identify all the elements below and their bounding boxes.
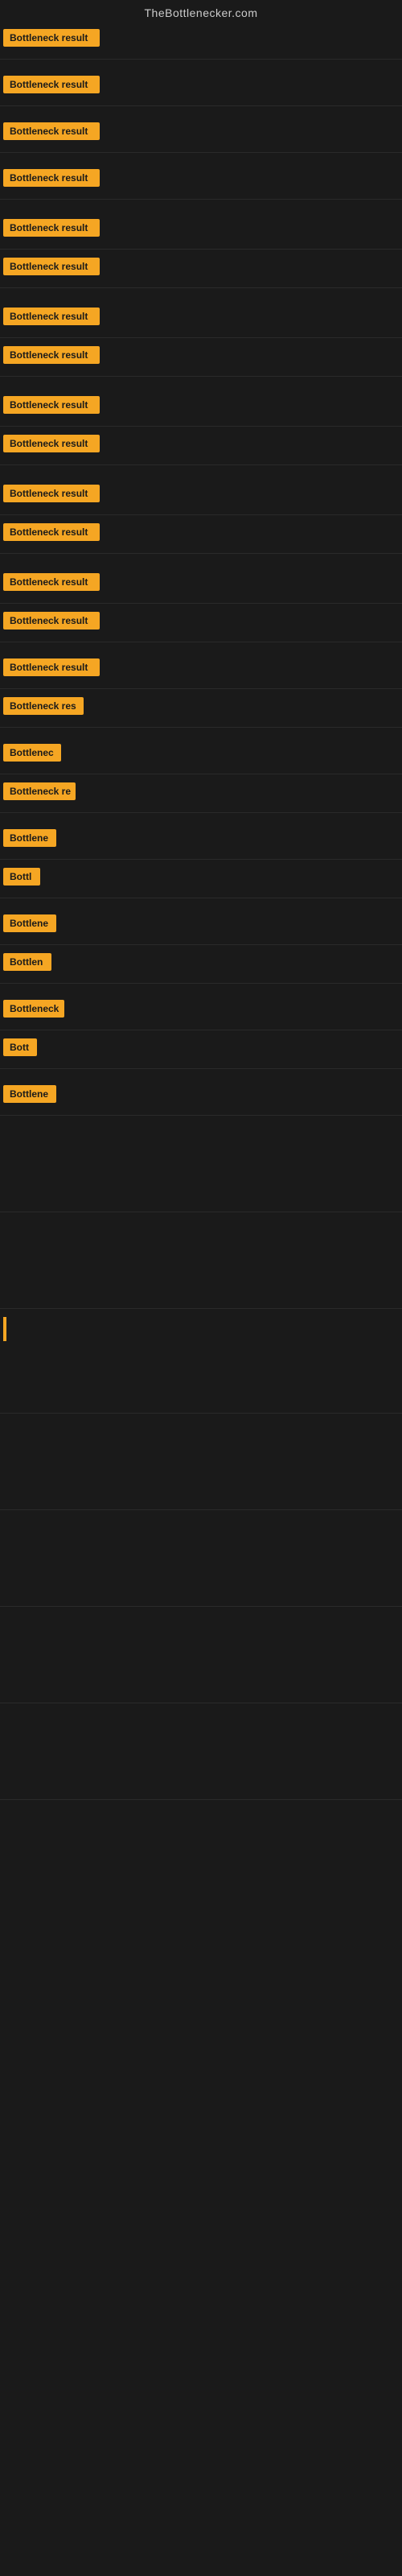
bottleneck-section-21: Bottlene [0, 898, 402, 945]
bottleneck-badge-7[interactable]: Bottleneck result [3, 308, 100, 325]
bottleneck-badge-2[interactable]: Bottleneck result [3, 76, 100, 93]
bottleneck-section-24: Bott [0, 1030, 402, 1069]
bottleneck-badge-9[interactable]: Bottleneck result [3, 396, 100, 414]
bottleneck-badge-16[interactable]: Bottleneck res [3, 697, 84, 715]
bottleneck-badge-12[interactable]: Bottleneck result [3, 523, 100, 541]
empty-section-7 [0, 1703, 402, 1800]
bottleneck-section-23: Bottleneck [0, 984, 402, 1030]
bottleneck-section-3: Bottleneck result [0, 106, 402, 153]
empty-section-5 [0, 1510, 402, 1607]
bottleneck-section-8: Bottleneck result [0, 338, 402, 377]
bottleneck-section-6: Bottleneck result [0, 250, 402, 288]
bottleneck-badge-8[interactable]: Bottleneck result [3, 346, 100, 364]
bottleneck-badge-22[interactable]: Bottlen [3, 953, 51, 971]
bottleneck-badge-18[interactable]: Bottleneck re [3, 782, 76, 800]
bottleneck-badge-17[interactable]: Bottlenec [3, 744, 61, 762]
tiny-indicator [3, 1317, 6, 1341]
bottleneck-badge-4[interactable]: Bottleneck result [3, 169, 100, 187]
bottleneck-section-17: Bottlenec [0, 728, 402, 774]
bottleneck-badge-25[interactable]: Bottlene [3, 1085, 56, 1103]
bottleneck-section-15: Bottleneck result [0, 642, 402, 689]
bottleneck-section-12: Bottleneck result [0, 515, 402, 554]
bottleneck-badge-14[interactable]: Bottleneck result [3, 612, 100, 630]
empty-section-3 [0, 1317, 402, 1414]
bottleneck-badge-19[interactable]: Bottlene [3, 829, 56, 847]
bottleneck-section-7: Bottleneck result [0, 288, 402, 338]
bottleneck-section-13: Bottleneck result [0, 554, 402, 604]
bottleneck-section-20: Bottl [0, 860, 402, 898]
empty-section-2 [0, 1212, 402, 1309]
bottleneck-badge-3[interactable]: Bottleneck result [3, 122, 100, 140]
bottleneck-section-25: Bottlene [0, 1069, 402, 1116]
bottleneck-section-14: Bottleneck result [0, 604, 402, 642]
bottleneck-badge-20[interactable]: Bottl [3, 868, 40, 886]
bottleneck-section-22: Bottlen [0, 945, 402, 984]
bottleneck-section-9: Bottleneck result [0, 377, 402, 427]
bottleneck-badge-15[interactable]: Bottleneck result [3, 658, 100, 676]
empty-section-1 [0, 1116, 402, 1212]
bottleneck-badge-1[interactable]: Bottleneck result [3, 29, 100, 47]
bottleneck-badge-23[interactable]: Bottleneck [3, 1000, 64, 1018]
bottleneck-section-16: Bottleneck res [0, 689, 402, 728]
bottleneck-badge-21[interactable]: Bottlene [3, 914, 56, 932]
bottleneck-badge-24[interactable]: Bott [3, 1038, 37, 1056]
site-header: TheBottlenecker.com [0, 0, 402, 23]
bottleneck-section-4: Bottleneck result [0, 153, 402, 200]
bottleneck-section-19: Bottlene [0, 813, 402, 860]
bottleneck-badge-13[interactable]: Bottleneck result [3, 573, 100, 591]
bottleneck-badge-10[interactable]: Bottleneck result [3, 435, 100, 452]
bottleneck-section-2: Bottleneck result [0, 60, 402, 106]
bottleneck-section-10: Bottleneck result [0, 427, 402, 465]
bottleneck-badge-11[interactable]: Bottleneck result [3, 485, 100, 502]
bottleneck-section-5: Bottleneck result [0, 200, 402, 250]
empty-section-4 [0, 1414, 402, 1510]
empty-section-6 [0, 1607, 402, 1703]
site-title: TheBottlenecker.com [144, 6, 257, 19]
bottleneck-section-18: Bottleneck re [0, 774, 402, 813]
bottleneck-section-11: Bottleneck result [0, 465, 402, 515]
bottleneck-section-1: Bottleneck result [0, 23, 402, 60]
bottleneck-badge-6[interactable]: Bottleneck result [3, 258, 100, 275]
bottleneck-badge-5[interactable]: Bottleneck result [3, 219, 100, 237]
